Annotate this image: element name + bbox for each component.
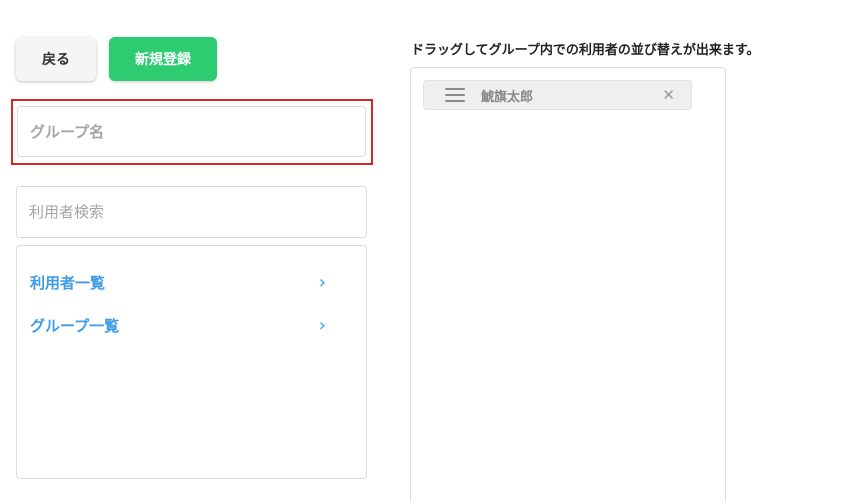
nav-item-group-list[interactable]: グループ一覧 › bbox=[30, 311, 326, 339]
chevron-right-icon: › bbox=[318, 314, 326, 336]
member-chip[interactable]: 鯱旗太郎 ✕ bbox=[423, 80, 692, 110]
member-list-panel: 鯱旗太郎 ✕ bbox=[410, 67, 726, 502]
register-button[interactable]: 新規登録 bbox=[109, 37, 217, 81]
reorder-instructions: ドラッグしてグループ内での利用者の並び替えが出来ます。 bbox=[411, 43, 760, 58]
member-name: 鯱旗太郎 bbox=[481, 89, 534, 105]
close-icon[interactable]: ✕ bbox=[662, 86, 675, 104]
navigation-panel: 利用者一覧 › グループ一覧 › bbox=[16, 245, 367, 479]
nav-item-label: 利用者一覧 bbox=[30, 273, 106, 292]
chevron-right-icon: › bbox=[318, 271, 326, 293]
group-name-input[interactable] bbox=[17, 106, 366, 157]
nav-item-user-list[interactable]: 利用者一覧 › bbox=[30, 268, 326, 296]
group-editor: 戻る 新規登録 利用者一覧 › グループ一覧 › ドラッグしてグループ内での利用… bbox=[0, 0, 865, 502]
user-search-input[interactable] bbox=[16, 186, 367, 238]
drag-handle-icon[interactable] bbox=[445, 88, 465, 102]
nav-item-label: グループ一覧 bbox=[30, 316, 120, 335]
back-button[interactable]: 戻る bbox=[16, 37, 96, 81]
